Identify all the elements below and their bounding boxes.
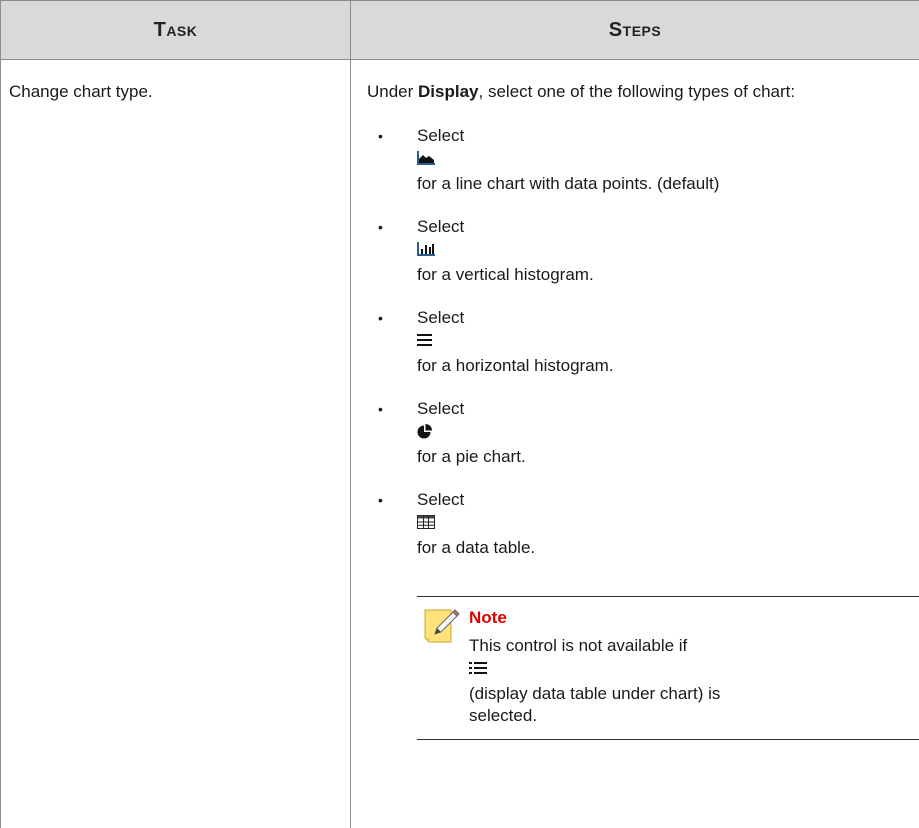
header-task: Task	[0, 0, 351, 60]
area-chart-icon	[417, 151, 435, 165]
data-table-under-chart-icon	[469, 662, 487, 674]
list-item-horizontal-histogram: • Select for a horizontal histogram.	[367, 307, 919, 377]
bullet: •	[378, 310, 383, 326]
steps-intro: Under Display, select one of the followi…	[367, 81, 919, 103]
note-box: Note This control is not available if (d…	[417, 596, 919, 740]
item-desc: for a pie chart.	[417, 447, 526, 466]
task-text: Change chart type.	[9, 82, 153, 101]
table-row: Change chart type. Under Display, select…	[0, 59, 919, 828]
list-item-vertical-histogram: • Select for a vertical histogram.	[367, 216, 919, 286]
item-desc: for a data table.	[417, 538, 536, 557]
note-line-2: (display data table under chart) is sele…	[469, 684, 721, 725]
select-text: Select	[417, 399, 465, 418]
bullet: •	[378, 492, 383, 508]
task-steps-table: Task Steps Change chart type. Under Disp…	[0, 0, 919, 828]
chart-type-list: • Select for a line chart with data poin…	[367, 125, 919, 559]
horizontal-histogram-icon	[417, 334, 432, 346]
bullet: •	[378, 219, 383, 235]
select-text: Select	[417, 308, 465, 327]
bullet: •	[378, 401, 383, 417]
list-item-data-table: • Select for a data table.	[367, 489, 919, 559]
item-desc: for a line chart with data points. (defa…	[417, 174, 720, 193]
intro-suffix: , select one of the following types of c…	[478, 82, 796, 101]
list-item-line-chart: • Select for a line chart with data poin…	[367, 125, 919, 195]
note-title: Note	[469, 608, 507, 627]
intro-display-label: Display	[418, 82, 479, 101]
select-text: Select	[417, 490, 465, 509]
list-item-pie-chart: • Select for a pie chart.	[367, 398, 919, 468]
table-header-row: Task Steps	[0, 0, 919, 60]
bullet: •	[378, 128, 383, 144]
steps-cell: Under Display, select one of the followi…	[350, 59, 919, 828]
vertical-histogram-icon	[417, 242, 435, 256]
note-line-1: This control is not available if	[469, 636, 688, 655]
item-desc: for a horizontal histogram.	[417, 356, 614, 375]
select-text: Select	[417, 217, 465, 236]
select-text: Select	[417, 126, 465, 145]
data-table-icon	[417, 515, 435, 529]
item-desc: for a vertical histogram.	[417, 265, 594, 284]
task-cell: Change chart type.	[0, 59, 351, 828]
header-steps: Steps	[350, 0, 919, 60]
note-pencil-icon	[424, 609, 460, 643]
intro-prefix: Under	[367, 82, 419, 101]
pie-chart-icon	[417, 424, 432, 439]
